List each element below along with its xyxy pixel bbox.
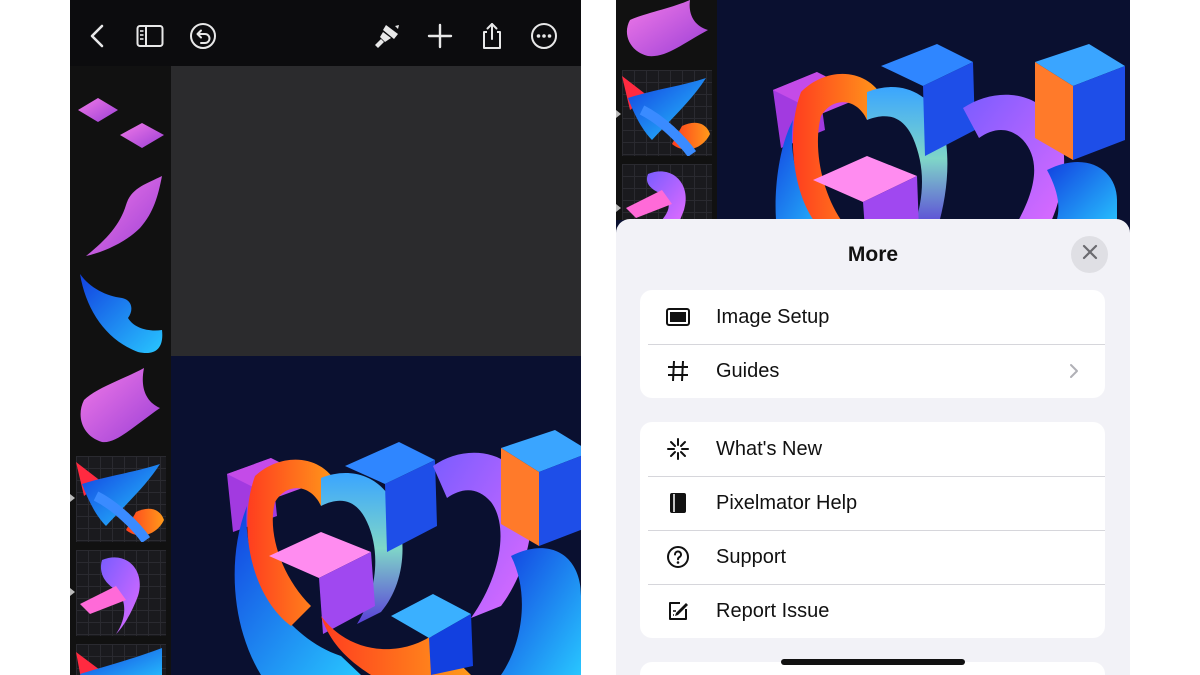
isometric-artwork — [773, 44, 1125, 230]
undo-button[interactable] — [184, 19, 222, 57]
artwork-canvas[interactable] — [171, 356, 581, 675]
paint-brush-icon — [372, 21, 402, 56]
share-button[interactable] — [473, 19, 511, 57]
grid-hash-icon — [666, 359, 690, 383]
settings-group-image: Image Setup Guides — [640, 290, 1105, 398]
menu-item-label: Image Setup — [716, 305, 830, 328]
chevron-left-icon — [83, 21, 113, 56]
home-indicator — [781, 659, 965, 665]
paint-tools-button[interactable] — [368, 19, 406, 57]
menu-item-label: Pixelmator Help — [716, 491, 858, 514]
chevron-right-icon — [1069, 363, 1079, 379]
editor-toolbar — [70, 0, 581, 67]
layer-thumbnail[interactable] — [76, 88, 166, 158]
ellipsis-circle-icon — [529, 21, 559, 56]
layer-thumbnail[interactable] — [76, 170, 166, 260]
layer-thumbnail[interactable] — [76, 550, 166, 636]
layer-thumbnail[interactable] — [622, 164, 712, 220]
selected-layer-marker — [616, 110, 621, 118]
menu-item-guides[interactable]: Guides — [640, 344, 1105, 398]
xmark-icon — [1082, 244, 1098, 265]
add-button[interactable] — [421, 19, 459, 57]
sidebar-toggle-icon — [135, 21, 165, 56]
plus-icon — [425, 21, 455, 56]
isometric-artwork — [227, 430, 581, 675]
layer-thumbnail-selected[interactable] — [76, 456, 166, 542]
image-frame-icon — [666, 305, 690, 329]
menu-item-report-issue[interactable]: Report Issue — [640, 584, 1105, 638]
layers-sidebar — [616, 0, 717, 220]
menu-item-label: Guides — [716, 359, 780, 382]
book-icon — [666, 491, 690, 515]
close-button[interactable] — [1071, 236, 1108, 273]
left-phone-screen — [70, 0, 581, 675]
layer-thumbnail[interactable] — [622, 0, 712, 58]
sidebar-toggle-button[interactable] — [131, 19, 169, 57]
menu-item-label: Report Issue — [716, 599, 830, 622]
right-phone-screen: More Image Setup Guides What's New Pixel… — [616, 0, 1130, 675]
more-button[interactable] — [525, 19, 563, 57]
sheet-title: More — [847, 243, 899, 266]
menu-item-image-setup[interactable]: Image Setup — [640, 290, 1105, 344]
menu-item-whats-new[interactable]: What's New — [640, 422, 1105, 476]
layer-thumbnail[interactable] — [76, 366, 166, 446]
layer-thumbnail[interactable] — [76, 644, 166, 675]
layer-marker — [70, 588, 75, 596]
menu-item-pixelmator-help[interactable]: Pixelmator Help — [640, 476, 1105, 530]
canvas-background — [171, 66, 581, 356]
layer-thumbnail-selected[interactable] — [622, 70, 712, 156]
sparkle-icon — [666, 437, 690, 461]
question-circle-icon — [666, 545, 690, 569]
menu-item-support[interactable]: Support — [640, 530, 1105, 584]
share-icon — [477, 21, 507, 56]
layer-marker — [616, 204, 621, 212]
selected-layer-marker — [70, 494, 75, 502]
menu-item-label: Support — [716, 545, 787, 568]
layers-sidebar — [70, 66, 171, 675]
settings-group-help: What's New Pixelmator Help Support Repor… — [640, 422, 1105, 638]
square-pencil-icon — [666, 599, 690, 623]
layer-thumbnail[interactable] — [76, 270, 166, 356]
menu-item-label: What's New — [716, 437, 823, 460]
undo-icon — [188, 21, 218, 56]
back-button[interactable] — [79, 19, 117, 57]
artwork-canvas[interactable] — [717, 0, 1130, 230]
more-sheet: More Image Setup Guides What's New Pixel… — [616, 219, 1130, 675]
